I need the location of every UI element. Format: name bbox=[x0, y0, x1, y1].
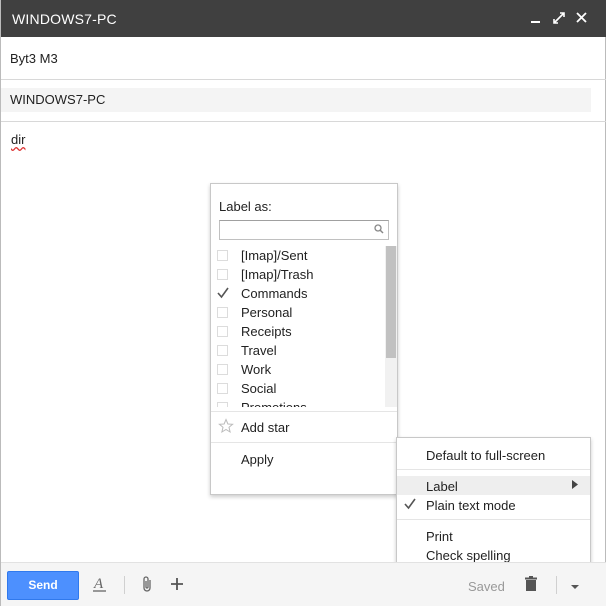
checkmark-icon bbox=[404, 498, 416, 510]
label-checkbox[interactable] bbox=[217, 345, 228, 356]
expand-icon[interactable] bbox=[551, 9, 567, 27]
menu-item-label: Print bbox=[426, 529, 453, 544]
submenu-arrow-icon bbox=[572, 480, 578, 489]
attach-icon[interactable] bbox=[140, 575, 156, 593]
label-option-name: [Imap]/Sent bbox=[241, 248, 308, 263]
label-option-name: Commands bbox=[241, 286, 308, 301]
menu-item-label-submenu[interactable]: Label bbox=[397, 476, 590, 495]
label-list[interactable]: [Imap]/Sent [Imap]/Trash Commands Personal R… bbox=[211, 246, 399, 407]
label-checkbox[interactable] bbox=[217, 307, 228, 318]
label-option-name: [Imap]/Trash bbox=[241, 267, 314, 282]
send-button[interactable]: Send bbox=[7, 571, 79, 600]
toolbar-divider bbox=[124, 576, 125, 594]
label-checkbox[interactable] bbox=[217, 326, 228, 337]
label-option[interactable]: [Imap]/Trash bbox=[211, 265, 385, 284]
label-search-input[interactable] bbox=[219, 220, 389, 240]
label-option-name: Promotions bbox=[241, 400, 307, 407]
label-option[interactable]: Commands bbox=[211, 284, 385, 303]
label-option[interactable]: [Imap]/Sent bbox=[211, 246, 385, 265]
close-icon[interactable] bbox=[574, 9, 590, 27]
add-star-label: Add star bbox=[241, 420, 290, 435]
menu-item-plain-text-mode[interactable]: Plain text mode bbox=[397, 495, 590, 514]
add-star-option[interactable]: Add star bbox=[211, 416, 397, 440]
menu-item-default-fullscreen[interactable]: Default to full-screen bbox=[397, 445, 590, 464]
label-option[interactable]: Travel bbox=[211, 341, 385, 360]
star-icon bbox=[218, 418, 234, 434]
apply-button[interactable]: Apply bbox=[241, 452, 274, 467]
more-options-menu: Default to full-screen Label Plain text … bbox=[396, 437, 591, 570]
label-checkbox[interactable] bbox=[217, 383, 228, 394]
minimize-icon[interactable] bbox=[528, 9, 544, 27]
title-bar[interactable]: WINDOWS7-PC bbox=[1, 0, 606, 37]
message-body[interactable]: dir bbox=[11, 132, 25, 147]
label-checkbox[interactable] bbox=[217, 402, 228, 407]
divider bbox=[211, 442, 397, 443]
label-option[interactable]: Social bbox=[211, 379, 385, 398]
window-title: WINDOWS7-PC bbox=[12, 11, 117, 27]
label-option[interactable]: Personal bbox=[211, 303, 385, 322]
label-option-name: Receipts bbox=[241, 324, 292, 339]
to-field[interactable]: Byt3 M3 bbox=[1, 37, 606, 80]
more-insert-icon[interactable] bbox=[169, 575, 185, 593]
trash-icon[interactable] bbox=[523, 575, 539, 593]
compose-window: WINDOWS7-PC Byt3 M3 WINDOWS7-PC dir Labe… bbox=[0, 0, 606, 606]
label-option-name: Personal bbox=[241, 305, 293, 320]
label-option-name: Social bbox=[241, 381, 277, 396]
menu-item-label: Plain text mode bbox=[426, 498, 516, 513]
label-option[interactable]: Receipts bbox=[211, 322, 385, 341]
label-checkbox[interactable] bbox=[217, 364, 228, 375]
search-icon bbox=[374, 224, 384, 234]
divider bbox=[211, 411, 397, 412]
more-options-icon[interactable] bbox=[567, 575, 583, 593]
formatting-icon[interactable]: A bbox=[92, 575, 108, 593]
label-option[interactable]: Promotions bbox=[211, 398, 385, 407]
menu-item-label: Check spelling bbox=[426, 548, 511, 563]
label-checkbox[interactable] bbox=[217, 250, 228, 261]
label-option[interactable]: Work bbox=[211, 360, 385, 379]
menu-item-print[interactable]: Print bbox=[397, 526, 590, 545]
label-checkbox[interactable] bbox=[217, 269, 228, 280]
label-list-scroll-thumb[interactable] bbox=[386, 246, 396, 358]
subject-text: WINDOWS7-PC bbox=[10, 92, 106, 107]
label-as-heading: Label as: bbox=[219, 199, 272, 214]
menu-divider bbox=[397, 519, 590, 520]
label-as-popup: Label as: [Imap]/Sent [Imap]/Trash Command… bbox=[210, 183, 398, 495]
checkmark-icon bbox=[217, 287, 229, 299]
menu-divider bbox=[397, 469, 590, 470]
to-recipient: Byt3 M3 bbox=[10, 51, 58, 66]
subject-field[interactable]: WINDOWS7-PC bbox=[1, 80, 606, 122]
label-option-name: Work bbox=[241, 362, 272, 377]
compose-toolbar: Send A Saved bbox=[1, 562, 606, 606]
label-option-name: Travel bbox=[241, 343, 277, 358]
svg-text:A: A bbox=[93, 576, 104, 592]
saved-status: Saved bbox=[468, 579, 505, 594]
menu-item-label: Default to full-screen bbox=[426, 448, 546, 463]
toolbar-divider bbox=[556, 576, 557, 594]
menu-item-label: Label bbox=[426, 479, 458, 494]
